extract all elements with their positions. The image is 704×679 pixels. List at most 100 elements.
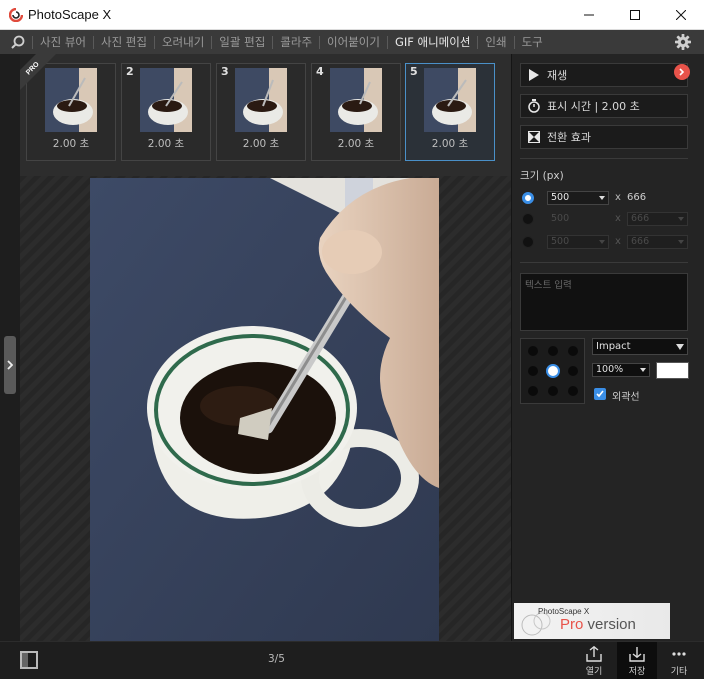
transition-label: 전환 효과 <box>547 131 591 144</box>
position-dot[interactable] <box>548 386 558 396</box>
chevron-right-icon <box>7 360 13 370</box>
font-select[interactable]: Impact <box>592 338 688 355</box>
frame-number: 4 <box>316 65 324 78</box>
banner-next-button[interactable] <box>674 64 690 80</box>
menu-item-cut-out[interactable]: 오려내기 <box>155 30 211 54</box>
upload-icon <box>586 646 602 662</box>
frame-image <box>235 68 287 132</box>
position-dot[interactable] <box>528 366 538 376</box>
pro-version-banner[interactable]: PhotoScape X Pro version <box>514 603 670 639</box>
height-value: 666 <box>631 236 650 247</box>
height-value: 666 <box>627 192 647 203</box>
gear-icon[interactable] <box>674 33 692 51</box>
banner-brand: PhotoScape X <box>538 607 590 616</box>
font-size-select[interactable]: 100% <box>592 363 650 377</box>
position-dot[interactable] <box>528 346 538 356</box>
frame-thumbnail-5[interactable]: 5 2.00 초 <box>405 63 495 161</box>
menu-item-collage[interactable]: 콜라주 <box>273 30 319 54</box>
menu-item-combine[interactable]: 이어붙이기 <box>320 30 387 54</box>
search-icon[interactable] <box>10 34 26 50</box>
outline-label: 외곽선 <box>612 392 640 403</box>
size-radio-1[interactable] <box>522 192 534 204</box>
title-bar: PhotoScape X <box>0 0 704 30</box>
chevron-down-icon <box>599 196 605 200</box>
menu-bar: 사진 뷰어 사진 편집 오려내기 일괄 편집 콜라주 이어붙이기 GIF 애니메… <box>0 30 704 54</box>
save-button[interactable]: 저장 <box>617 642 657 679</box>
position-dot[interactable] <box>528 386 538 396</box>
play-button[interactable]: 재생 <box>520 63 688 87</box>
height-value: 666 <box>631 213 650 224</box>
maximize-button[interactable] <box>612 0 658 30</box>
height-select-2[interactable]: 666 <box>627 212 688 226</box>
size-label: 크기 (px) <box>520 170 564 182</box>
frame-thumbnail-4[interactable]: 4 2.00 초 <box>311 63 401 161</box>
banner-pro: Pro <box>560 616 584 633</box>
panel-toggle-handle[interactable] <box>4 336 16 394</box>
position-dot[interactable] <box>568 386 578 396</box>
menu-item-gif-animation[interactable]: GIF 애니메이션 <box>388 30 477 54</box>
display-time-button[interactable]: 표시 시간 | 2.00 초 <box>520 94 688 118</box>
editor-area: 2.00 초 2 2.00 초 3 2.00 초 4 2.00 초 5 2.00… <box>20 54 511 641</box>
size-radio-2[interactable] <box>522 213 534 225</box>
frame-duration: 2.00 초 <box>52 138 90 150</box>
frame-image <box>330 68 382 132</box>
text-position-grid <box>520 338 585 404</box>
menu-item-photo-viewer[interactable]: 사진 뷰어 <box>33 30 93 54</box>
position-dot[interactable] <box>568 366 578 376</box>
size-radio-3[interactable] <box>522 236 534 248</box>
width-field-2[interactable]: 500 <box>547 212 609 226</box>
font-size-value: 100% <box>596 364 624 375</box>
width-value: 500 <box>551 236 570 247</box>
times-sign: x <box>615 192 621 203</box>
frame-duration: 2.00 초 <box>431 138 469 150</box>
width-value: 500 <box>551 192 570 203</box>
width-select-3[interactable]: 500 <box>547 235 609 249</box>
banner-headline: Pro version <box>560 616 636 633</box>
more-icon <box>672 652 686 656</box>
minimize-button[interactable] <box>566 0 612 30</box>
chevron-down-icon <box>678 217 684 221</box>
position-dot[interactable] <box>568 346 578 356</box>
download-icon <box>629 647 645 662</box>
chevron-right-icon <box>679 68 685 76</box>
transition-button[interactable]: 전환 효과 <box>520 125 688 149</box>
text-input-placeholder: 텍스트 입력 <box>525 280 572 291</box>
text-color-swatch[interactable] <box>656 362 689 379</box>
frame-thumbnail-3[interactable]: 3 2.00 초 <box>216 63 306 161</box>
text-input[interactable]: 텍스트 입력 <box>520 273 688 331</box>
height-select-3[interactable]: 666 <box>627 235 688 249</box>
menu-item-tools[interactable]: 도구 <box>515 30 550 54</box>
close-icon <box>676 10 686 20</box>
close-button[interactable] <box>658 0 704 30</box>
chevron-down-icon <box>640 368 646 372</box>
frame-image <box>424 68 476 132</box>
menu-items: 사진 뷰어 사진 편집 오려내기 일괄 편집 콜라주 이어붙이기 GIF 애니메… <box>32 30 550 54</box>
menu-item-photo-editor[interactable]: 사진 편집 <box>94 30 154 54</box>
banner-version: version <box>583 616 636 633</box>
window-title: PhotoScape X <box>28 7 112 22</box>
minimize-icon <box>584 14 594 16</box>
frame-duration: 2.00 초 <box>337 138 375 150</box>
chevron-down-icon <box>599 240 605 244</box>
maximize-icon <box>630 10 640 20</box>
menu-item-print[interactable]: 인쇄 <box>478 30 513 54</box>
frame-duration: 2.00 초 <box>242 138 280 150</box>
outline-checkbox[interactable] <box>594 388 606 400</box>
toggle-panel-icon[interactable] <box>20 651 38 669</box>
stopwatch-icon <box>528 99 540 113</box>
right-panel: 재생 표시 시간 | 2.00 초 전환 효과 크기 (px) 500 x 66… <box>511 54 704 641</box>
position-dot[interactable] <box>548 346 558 356</box>
frame-duration: 2.00 초 <box>147 138 185 150</box>
position-dot-selected[interactable] <box>546 364 560 378</box>
open-button[interactable]: 열기 <box>574 642 614 679</box>
frame-thumbnail-2[interactable]: 2 2.00 초 <box>121 63 211 161</box>
menu-item-batch[interactable]: 일괄 편집 <box>212 30 272 54</box>
preview-photo[interactable] <box>90 178 439 641</box>
open-label: 열기 <box>585 667 603 677</box>
chevron-down-icon <box>676 344 684 350</box>
section-divider <box>520 158 688 159</box>
width-select-1[interactable]: 500 <box>547 191 609 205</box>
width-value: 500 <box>551 213 570 224</box>
more-button[interactable]: 기타 <box>659 642 699 679</box>
frame-image <box>140 68 192 132</box>
